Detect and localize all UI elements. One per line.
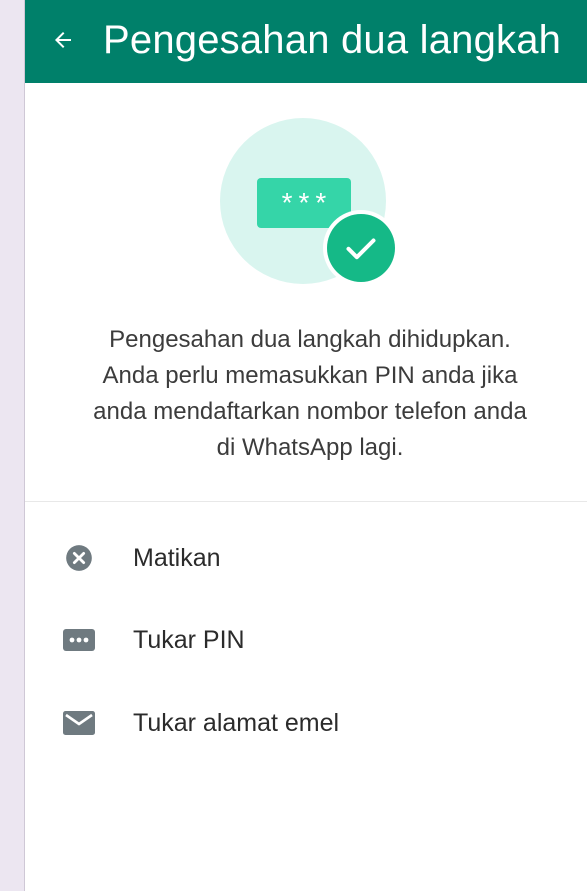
app-bar: Pengesahan dua langkah [25,0,587,83]
option-turn-off[interactable]: Matikan [25,528,587,588]
description-line: di WhatsApp lagi. [216,434,404,461]
pin-mask-text: *** [281,187,333,218]
option-label: Tukar alamat emel [133,708,340,737]
checkmark-icon [346,238,376,260]
section-divider [25,501,587,502]
dots-pin-icon [63,624,95,656]
two-step-illustration: *** [220,118,399,286]
back-button[interactable] [47,24,79,56]
close-circle-icon [63,542,95,574]
status-description: Pengesahan dua langkah dihidupkan. Anda … [55,322,565,466]
option-change-email[interactable]: Tukar alamat emel [25,693,587,753]
phone-screen: Pengesahan dua langkah *** Pengesahan du… [24,0,587,891]
option-label: Matikan [133,543,221,572]
page-title: Pengesahan dua langkah [103,18,562,62]
option-change-pin[interactable]: Tukar PIN [25,610,587,670]
description-line: Anda perlu memasukkan PIN anda jika [102,362,518,389]
arrow-left-icon [55,32,71,48]
check-badge [323,210,399,286]
email-icon [63,707,95,739]
description-line: Pengesahan dua langkah dihidupkan. [109,326,511,353]
description-line: anda mendaftarkan nombor telefon anda [93,398,527,425]
option-label: Tukar PIN [133,625,245,654]
